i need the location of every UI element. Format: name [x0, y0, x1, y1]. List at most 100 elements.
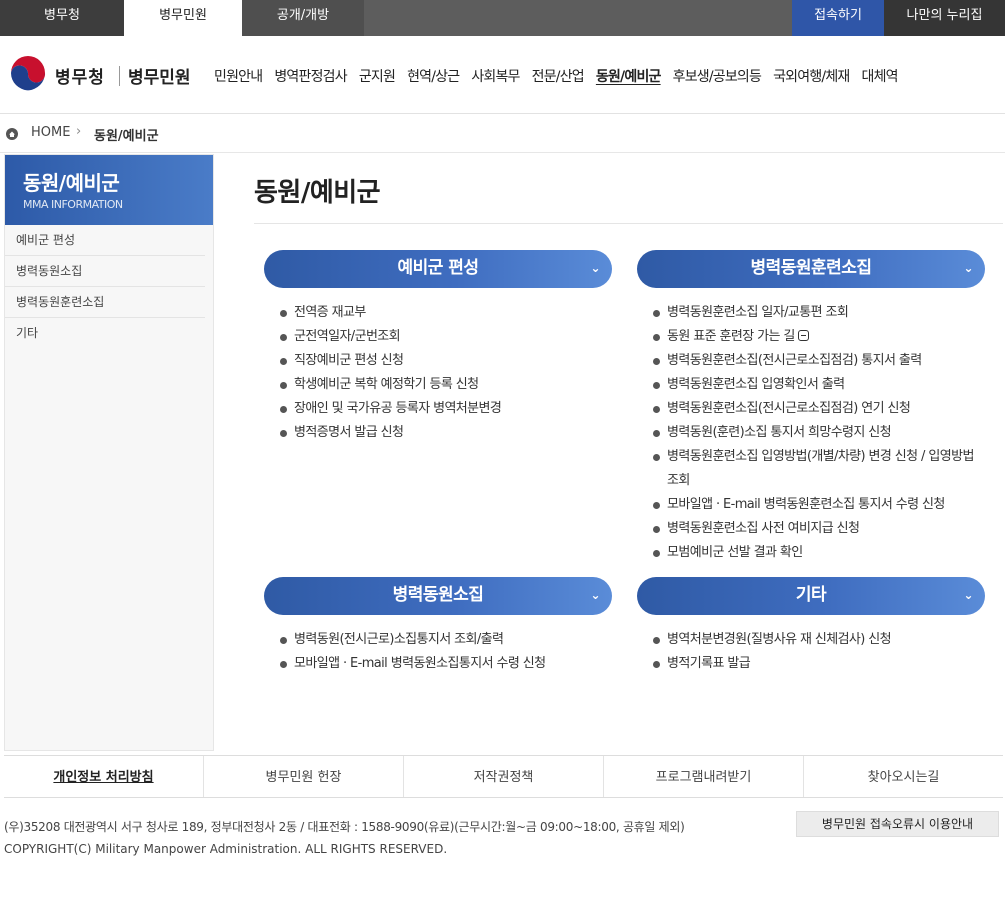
list-item[interactable]: 전역증 재교부 — [280, 301, 612, 325]
section-training: 병력동원훈련소집 ⌄ 병력동원훈련소집 일자/교통편 조회동원 표준 훈련장 가… — [637, 250, 985, 565]
home-icon[interactable] — [6, 128, 18, 140]
chevron-down-icon: ⌄ — [590, 261, 600, 275]
list-item[interactable]: 직장예비군 편성 신청 — [280, 349, 612, 373]
list-item[interactable]: 군전역일자/군번조회 — [280, 325, 612, 349]
chevron-down-icon: ⌄ — [590, 588, 600, 602]
list-item-label: 병력동원훈련소집 입영방법(개별/차량) 변경 신청 / 입영방법 조회 — [667, 449, 974, 488]
nav-item[interactable]: 전문/산업 — [532, 66, 585, 86]
list-item-label: 병력동원훈련소집 일자/교통편 조회 — [667, 305, 849, 320]
nav-item[interactable]: 사회복무 — [471, 66, 520, 86]
section-training-list: 병력동원훈련소집 일자/교통편 조회동원 표준 훈련장 가는 길병력동원훈련소집… — [637, 301, 985, 565]
section-title: 기타 — [795, 585, 827, 605]
list-item-label: 병력동원훈련소집 입영확인서 출력 — [667, 377, 845, 392]
chevron-down-icon: ⌄ — [963, 588, 973, 602]
list-item[interactable]: 병력동원훈련소집 입영확인서 출력 — [653, 373, 985, 397]
list-item-label: 병적기록표 발급 — [667, 656, 751, 671]
taegeuk-logo-icon[interactable] — [8, 55, 48, 95]
section-mobilization-header[interactable]: 병력동원소집 ⌄ — [264, 577, 612, 615]
sidebar-header: 동원/예비군 MMA INFORMATION — [5, 155, 213, 225]
footer-navigation: 개인정보 처리방침 병무민원 헌장 저작권정책 프로그램내려받기 찾아오시는길 — [4, 755, 1003, 798]
nav-item[interactable]: 동원/예비군 — [596, 66, 662, 86]
section-mobilization-list: 병력동원(전시근로)소집통지서 조회/출력모바일앱 · E-mail 병력동원소… — [264, 628, 612, 676]
section-title: 병력동원훈련소집 — [750, 258, 872, 278]
list-item[interactable]: 병역처분변경원(질병사유 재 신체검사) 신청 — [653, 628, 985, 652]
footer-link-copyright[interactable]: 저작권정책 — [404, 756, 604, 797]
footer-link-charter[interactable]: 병무민원 헌장 — [204, 756, 404, 797]
list-item-label: 병력동원훈련소집(전시근로소집점검) 연기 신청 — [667, 401, 911, 416]
list-item-label: 모범예비군 선발 결과 확인 — [667, 545, 803, 560]
list-item-label: 병력동원(전시근로)소집통지서 조회/출력 — [294, 632, 504, 647]
tab-minwon[interactable]: 병무민원 — [124, 0, 242, 36]
section-etc-header[interactable]: 기타 ⌄ — [637, 577, 985, 615]
nav-item[interactable]: 민원안내 — [214, 66, 263, 86]
list-item[interactable]: 병력동원훈련소집 사전 여비지급 신청 — [653, 517, 985, 541]
section-title: 병력동원소집 — [392, 585, 484, 605]
list-item[interactable]: 병력동원훈련소집(전시근로소집점검) 통지서 출력 — [653, 349, 985, 373]
list-item[interactable]: 학생예비군 복학 예정학기 등록 신청 — [280, 373, 612, 397]
sidebar-title: 동원/예비군 — [23, 171, 120, 195]
popup-window-icon[interactable] — [797, 330, 809, 341]
nav-item[interactable]: 국외여행/체재 — [773, 66, 850, 86]
list-item-label: 병역처분변경원(질병사유 재 신체검사) 신청 — [667, 632, 892, 647]
breadcrumb: HOME › 동원/예비군 — [0, 115, 1005, 153]
sidebar-item-training[interactable]: 병력동원훈련소집 — [5, 287, 205, 318]
chevron-down-icon: ⌄ — [963, 261, 973, 275]
list-item[interactable]: 병력동원훈련소집(전시근로소집점검) 연기 신청 — [653, 397, 985, 421]
list-item[interactable]: 모바일앱 · E-mail 병력동원소집통지서 수령 신청 — [280, 652, 612, 676]
list-item[interactable]: 동원 표준 훈련장 가는 길 — [653, 325, 985, 349]
tab-mma[interactable]: 병무청 — [0, 0, 124, 36]
sidebar-subtitle: MMA INFORMATION — [23, 198, 123, 211]
brand-subtitle[interactable]: 병무민원 — [128, 63, 191, 88]
section-reserve: 예비군 편성 ⌄ 전역증 재교부군전역일자/군번조회직장예비군 편성 신청학생예… — [264, 250, 612, 445]
list-item-label: 모바일앱 · E-mail 병력동원소집통지서 수령 신청 — [294, 656, 546, 671]
tab-open[interactable]: 공개/개방 — [242, 0, 364, 36]
list-item-label: 학생예비군 복학 예정학기 등록 신청 — [294, 377, 479, 392]
list-item-label: 전역증 재교부 — [294, 305, 366, 320]
list-item[interactable]: 모범예비군 선발 결과 확인 — [653, 541, 985, 565]
nav-item[interactable]: 현역/상근 — [407, 66, 460, 86]
sidebar-item-mobilization[interactable]: 병력동원소집 — [5, 256, 205, 287]
list-item[interactable]: 병적기록표 발급 — [653, 652, 985, 676]
nav-item[interactable]: 병역판정검사 — [274, 66, 347, 86]
list-item[interactable]: 병력동원훈련소집 일자/교통편 조회 — [653, 301, 985, 325]
footer-address: (우)35208 대전광역시 서구 청사로 189, 정부대전청사 2동 / 대… — [4, 820, 685, 834]
nav-item[interactable]: 대체역 — [862, 66, 899, 86]
title-divider — [254, 223, 1003, 224]
sidebar-item-etc[interactable]: 기타 — [5, 318, 205, 349]
section-title: 예비군 편성 — [397, 258, 479, 278]
footer-copyright: COPYRIGHT(C) Military Manpower Administr… — [4, 842, 448, 856]
list-item[interactable]: 모바일앱 · E-mail 병력동원훈련소집 통지서 수령 신청 — [653, 493, 985, 517]
connection-error-guide-button[interactable]: 병무민원 접속오류시 이용안내 — [796, 811, 999, 837]
nav-item[interactable]: 후보생/공보의등 — [673, 66, 762, 86]
list-item[interactable]: 병력동원(훈련)소집 통지서 희망수령지 신청 — [653, 421, 985, 445]
list-item[interactable]: 병적증명서 발급 신청 — [280, 421, 612, 445]
site-header: 병무청 병무민원 민원안내 병역판정검사 군지원 현역/상근 사회복무 전문/산업 동원/예… — [0, 36, 1005, 114]
list-item-label: 병력동원훈련소집 사전 여비지급 신청 — [667, 521, 860, 536]
breadcrumb-current: 동원/예비군 — [94, 129, 159, 144]
nav-item[interactable]: 군지원 — [359, 66, 396, 86]
list-item[interactable]: 병력동원(전시근로)소집통지서 조회/출력 — [280, 628, 612, 652]
brand-name[interactable]: 병무청 — [55, 63, 105, 88]
page-title: 동원/예비군 — [254, 178, 381, 208]
list-item-label: 동원 표준 훈련장 가는 길 — [667, 329, 795, 344]
list-item[interactable]: 장애인 및 국가유공 등록자 병역처분변경 — [280, 397, 612, 421]
footer-link-directions[interactable]: 찾아오시는길 — [804, 756, 1003, 797]
my-page-button[interactable]: 나만의 누리집 — [884, 0, 1005, 36]
login-button[interactable]: 접속하기 — [792, 0, 884, 36]
section-etc-list: 병역처분변경원(질병사유 재 신체검사) 신청병적기록표 발급 — [637, 628, 985, 676]
list-item[interactable]: 병력동원훈련소집 입영방법(개별/차량) 변경 신청 / 입영방법 조회 — [653, 445, 985, 493]
sidebar: 동원/예비군 MMA INFORMATION 예비군 편성 병력동원소집 병력동… — [4, 154, 214, 751]
section-training-header[interactable]: 병력동원훈련소집 ⌄ — [637, 250, 985, 288]
list-item-label: 군전역일자/군번조회 — [294, 329, 401, 344]
sidebar-item-reserve[interactable]: 예비군 편성 — [5, 225, 205, 256]
section-etc: 기타 ⌄ 병역처분변경원(질병사유 재 신체검사) 신청병적기록표 발급 — [637, 577, 985, 676]
list-item-label: 직장예비군 편성 신청 — [294, 353, 404, 368]
list-item-label: 장애인 및 국가유공 등록자 병역처분변경 — [294, 401, 502, 416]
section-reserve-list: 전역증 재교부군전역일자/군번조회직장예비군 편성 신청학생예비군 복학 예정학… — [264, 301, 612, 445]
section-reserve-header[interactable]: 예비군 편성 ⌄ — [264, 250, 612, 288]
footer-link-download[interactable]: 프로그램내려받기 — [604, 756, 804, 797]
list-item-label: 병력동원훈련소집(전시근로소집점검) 통지서 출력 — [667, 353, 922, 368]
breadcrumb-home[interactable]: HOME — [31, 125, 70, 140]
list-item-label: 모바일앱 · E-mail 병력동원훈련소집 통지서 수령 신청 — [667, 497, 945, 512]
footer-link-privacy[interactable]: 개인정보 처리방침 — [4, 756, 204, 797]
